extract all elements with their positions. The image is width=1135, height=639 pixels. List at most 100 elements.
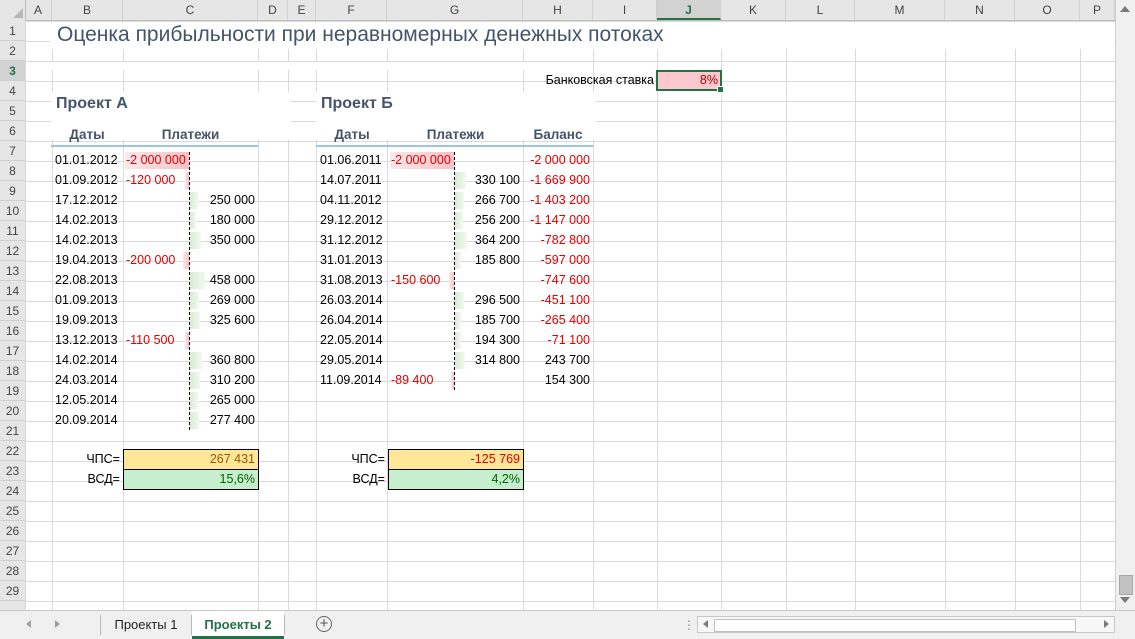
row-header-5[interactable]: 5 (0, 101, 25, 121)
project-b-date-cell[interactable]: 31.12.2012 (317, 231, 389, 250)
project-a-npv-value[interactable]: 267 431 (123, 449, 259, 470)
project-b-balance-cell[interactable]: -782 800 (523, 231, 593, 250)
row-header-9[interactable]: 9 (0, 181, 25, 201)
tab-projects-2[interactable]: Проекты 2 (192, 611, 284, 639)
row-header-17[interactable]: 17 (0, 341, 25, 361)
project-a-date-cell[interactable]: 01.09.2013 (52, 291, 124, 310)
project-b-payment-cell[interactable]: 314 800 (443, 351, 523, 370)
project-a-payment-cell[interactable]: -110 500 (123, 331, 193, 350)
project-a-date-cell[interactable]: 14.02.2014 (52, 351, 124, 370)
row-header-29[interactable]: 29 (0, 581, 25, 601)
project-a-payment-cell[interactable]: -2 000 000 (123, 151, 193, 170)
project-b-balance-cell[interactable]: -451 100 (523, 291, 593, 310)
project-b-payment-cell[interactable]: -89 400 (388, 371, 458, 390)
project-a-date-cell[interactable]: 17.12.2012 (52, 191, 124, 210)
row-header-24[interactable]: 24 (0, 481, 25, 501)
column-header-b[interactable]: B (52, 0, 123, 20)
project-b-payment-cell[interactable]: 296 500 (443, 291, 523, 310)
row-header-25[interactable]: 25 (0, 501, 25, 521)
project-a-date-cell[interactable]: 19.04.2013 (52, 251, 124, 270)
project-a-payment-cell[interactable]: 250 000 (178, 191, 258, 210)
row-header-10[interactable]: 10 (0, 201, 25, 221)
horizontal-scrollbar[interactable] (697, 616, 1115, 633)
row-header-21[interactable]: 21 (0, 421, 25, 441)
project-b-date-cell[interactable]: 01.06.2011 (317, 151, 389, 170)
row-header-6[interactable]: 6 (0, 121, 25, 141)
project-a-payment-cell[interactable]: -120 000 (123, 171, 193, 190)
row-header-16[interactable]: 16 (0, 321, 25, 341)
row-header-14[interactable]: 14 (0, 281, 25, 301)
scroll-down-icon[interactable] (1120, 597, 1130, 603)
project-a-date-cell[interactable]: 14.02.2013 (52, 211, 124, 230)
column-header-e[interactable]: E (288, 0, 316, 20)
project-a-payment-cell[interactable]: 269 000 (178, 291, 258, 310)
project-b-npv-value[interactable]: -125 769 (388, 449, 524, 470)
tab-projects-1[interactable]: Проекты 1 (101, 611, 191, 639)
column-header-i[interactable]: I (593, 0, 657, 20)
horizontal-scroll-thumb[interactable] (714, 619, 1076, 632)
project-b-payment-cell[interactable]: 330 100 (443, 171, 523, 190)
column-header-p[interactable]: P (1080, 0, 1115, 20)
project-a-date-cell[interactable]: 01.01.2012 (52, 151, 124, 170)
project-b-payment-cell[interactable]: -2 000 000 (388, 151, 458, 170)
row-header-23[interactable]: 23 (0, 461, 25, 481)
row-header-20[interactable]: 20 (0, 401, 25, 421)
project-a-payment-cell[interactable]: -200 000 (123, 251, 193, 270)
row-header-27[interactable]: 27 (0, 541, 25, 561)
project-b-date-cell[interactable]: 04.11.2012 (317, 191, 389, 210)
project-b-payment-cell[interactable]: 364 200 (443, 231, 523, 250)
project-a-date-cell[interactable]: 14.02.2013 (52, 231, 124, 250)
project-a-payment-cell[interactable]: 265 000 (178, 391, 258, 410)
project-b-date-cell[interactable]: 11.09.2014 (317, 371, 389, 390)
row-header-19[interactable]: 19 (0, 381, 25, 401)
project-a-payment-cell[interactable]: 360 800 (178, 351, 258, 370)
project-a-date-cell[interactable]: 12.05.2014 (52, 391, 124, 410)
project-b-payment-cell[interactable]: 194 300 (443, 331, 523, 350)
column-header-a[interactable]: A (25, 0, 52, 20)
row-header-11[interactable]: 11 (0, 221, 25, 241)
project-b-balance-cell[interactable]: -597 000 (523, 251, 593, 270)
project-b-payment-cell[interactable]: 266 700 (443, 191, 523, 210)
project-b-date-cell[interactable]: 31.01.2013 (317, 251, 389, 270)
project-b-payment-cell[interactable]: 185 700 (443, 311, 523, 330)
project-b-balance-cell[interactable]: -1 403 200 (523, 191, 593, 210)
plus-circle-icon[interactable]: + (316, 616, 332, 632)
project-a-date-cell[interactable]: 20.09.2014 (52, 411, 124, 430)
project-b-balance-cell[interactable]: -265 400 (523, 311, 593, 330)
row-header-18[interactable]: 18 (0, 361, 25, 381)
project-a-payment-cell[interactable]: 325 600 (178, 311, 258, 330)
project-a-date-cell[interactable]: 13.12.2013 (52, 331, 124, 350)
vertical-scrollbar[interactable] (1115, 0, 1135, 610)
row-header-4[interactable]: 4 (0, 81, 25, 101)
scroll-up-icon[interactable] (1120, 6, 1130, 12)
scroll-right-icon[interactable] (1104, 620, 1109, 628)
column-header-j[interactable]: J (657, 0, 721, 20)
project-b-date-cell[interactable]: 29.05.2014 (317, 351, 389, 370)
project-b-balance-cell[interactable]: -1 669 900 (523, 171, 593, 190)
project-a-payment-cell[interactable]: 350 000 (178, 231, 258, 250)
project-b-date-cell[interactable]: 26.04.2014 (317, 311, 389, 330)
column-header-f[interactable]: F (316, 0, 387, 20)
spreadsheet-grid[interactable]: Оценка прибыльности при неравномерных де… (25, 21, 1115, 610)
project-a-date-cell[interactable]: 22.08.2013 (52, 271, 124, 290)
project-b-balance-cell[interactable]: -71 100 (523, 331, 593, 350)
project-b-date-cell[interactable]: 29.12.2012 (317, 211, 389, 230)
vertical-scroll-thumb[interactable] (1119, 575, 1133, 595)
column-header-m[interactable]: M (855, 0, 945, 20)
column-header-c[interactable]: C (123, 0, 258, 20)
project-a-date-cell[interactable]: 19.09.2013 (52, 311, 124, 330)
project-a-payment-cell[interactable]: 458 000 (178, 271, 258, 290)
row-header-28[interactable]: 28 (0, 561, 25, 581)
row-header-12[interactable]: 12 (0, 241, 25, 261)
row-header-7[interactable]: 7 (0, 141, 25, 161)
project-b-balance-cell[interactable]: -2 000 000 (523, 151, 593, 170)
fill-handle[interactable] (717, 86, 724, 93)
project-b-balance-cell[interactable]: -747 600 (523, 271, 593, 290)
column-header-n[interactable]: N (945, 0, 1015, 20)
triangle-left-icon[interactable] (26, 620, 31, 628)
project-b-balance-cell[interactable]: -1 147 000 (523, 211, 593, 230)
project-a-date-cell[interactable]: 24.03.2014 (52, 371, 124, 390)
row-header-26[interactable]: 26 (0, 521, 25, 541)
row-header-13[interactable]: 13 (0, 261, 25, 281)
row-header-3[interactable]: 3 (0, 61, 25, 81)
